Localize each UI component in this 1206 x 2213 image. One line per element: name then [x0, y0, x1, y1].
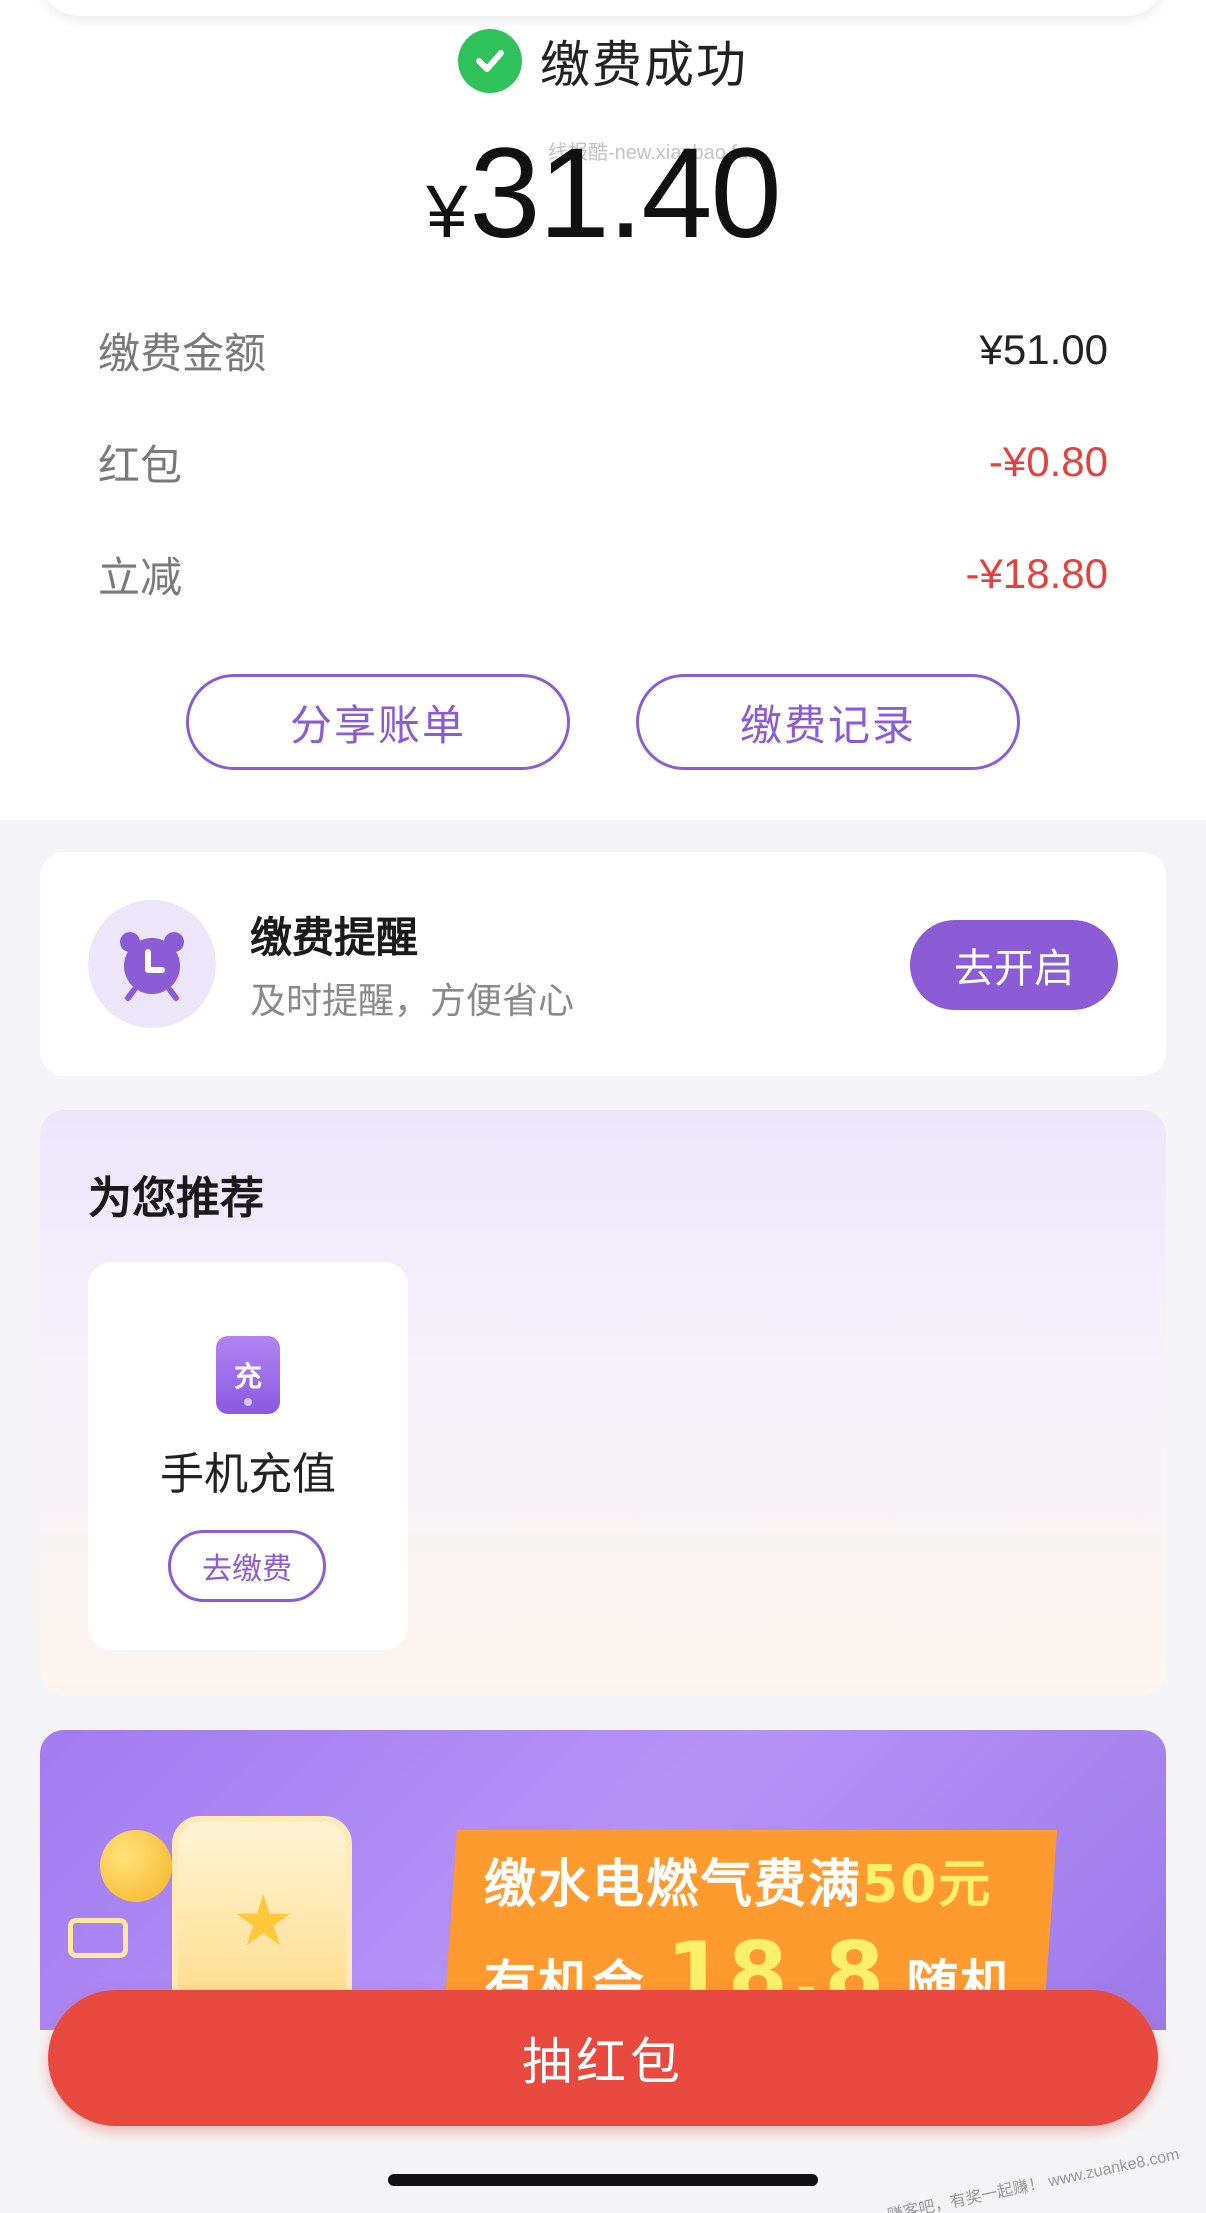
banner-line1-highlight: 50元	[862, 1855, 993, 1915]
faucet-icon	[68, 1918, 128, 1958]
alarm-clock-icon	[88, 900, 216, 1028]
amount-value: 31.40	[469, 122, 781, 265]
detail-label: 立减	[98, 552, 183, 602]
share-bill-button[interactable]: 分享账单	[186, 674, 570, 770]
check-circle-icon	[458, 29, 522, 93]
recommendation-title: 为您推荐	[88, 1173, 264, 1224]
banner-line1-prefix: 缴水电燃气费满	[484, 1855, 863, 1915]
detail-label: 红包	[98, 440, 183, 490]
reminder-subtitle: 及时提醒，方便省心	[250, 981, 575, 1022]
draw-red-packet-button[interactable]: 抽红包	[48, 1990, 1158, 2126]
detail-row-red-packet: 红包 -¥0.80	[98, 432, 1108, 492]
detail-row-instant-discount: 立减 -¥18.80	[98, 544, 1108, 604]
detail-value: -¥18.80	[965, 550, 1108, 597]
success-status: 缴费成功	[0, 28, 1206, 94]
promo-banner[interactable]: ★ 缴水电燃气费满50元 有机会 18.8 随机	[40, 1730, 1166, 2030]
star-icon: ★	[232, 1880, 295, 1962]
coin-icon	[100, 1830, 172, 1902]
payment-reminder-card: 缴费提醒 及时提醒，方便省心 去开启	[40, 852, 1166, 1076]
phone-recharge-icon-text: 充	[233, 1360, 262, 1393]
previous-card-edge	[40, 0, 1166, 16]
detail-value: ¥51.00	[979, 326, 1108, 373]
reminder-title: 缴费提醒	[250, 913, 419, 962]
banner-headline: 缴水电燃气费满50元	[484, 1842, 992, 1917]
amount-currency: ¥	[426, 170, 468, 253]
phone-recharge-icon: 充	[216, 1336, 280, 1414]
payment-records-button[interactable]: 缴费记录	[636, 674, 1020, 770]
payment-summary-panel: 缴费成功 线报酷-new.xianbao.fun ¥ 31.40 缴费金额 ¥5…	[0, 0, 1206, 820]
recommend-item-label: 手机充值	[160, 1449, 336, 1500]
paid-amount: ¥ 31.40	[0, 120, 1206, 265]
corner-watermark: 赚客吧，有奖一起赚！ www.zuanke8.com	[886, 2146, 1182, 2213]
recommendation-card: 为您推荐 充 手机充值 去缴费	[40, 1110, 1166, 1696]
detail-value: -¥0.80	[988, 438, 1108, 485]
detail-label: 缴费金额	[98, 328, 267, 378]
detail-row-total: 缴费金额 ¥51.00	[98, 320, 1108, 380]
home-indicator	[388, 2174, 818, 2186]
recommend-item-mobile-recharge[interactable]: 充 手机充值 去缴费	[88, 1262, 408, 1650]
enable-reminder-button[interactable]: 去开启	[910, 920, 1118, 1010]
go-pay-button[interactable]: 去缴费	[168, 1530, 326, 1602]
success-text: 缴费成功	[540, 36, 748, 94]
phone-button-dot	[244, 1398, 252, 1406]
